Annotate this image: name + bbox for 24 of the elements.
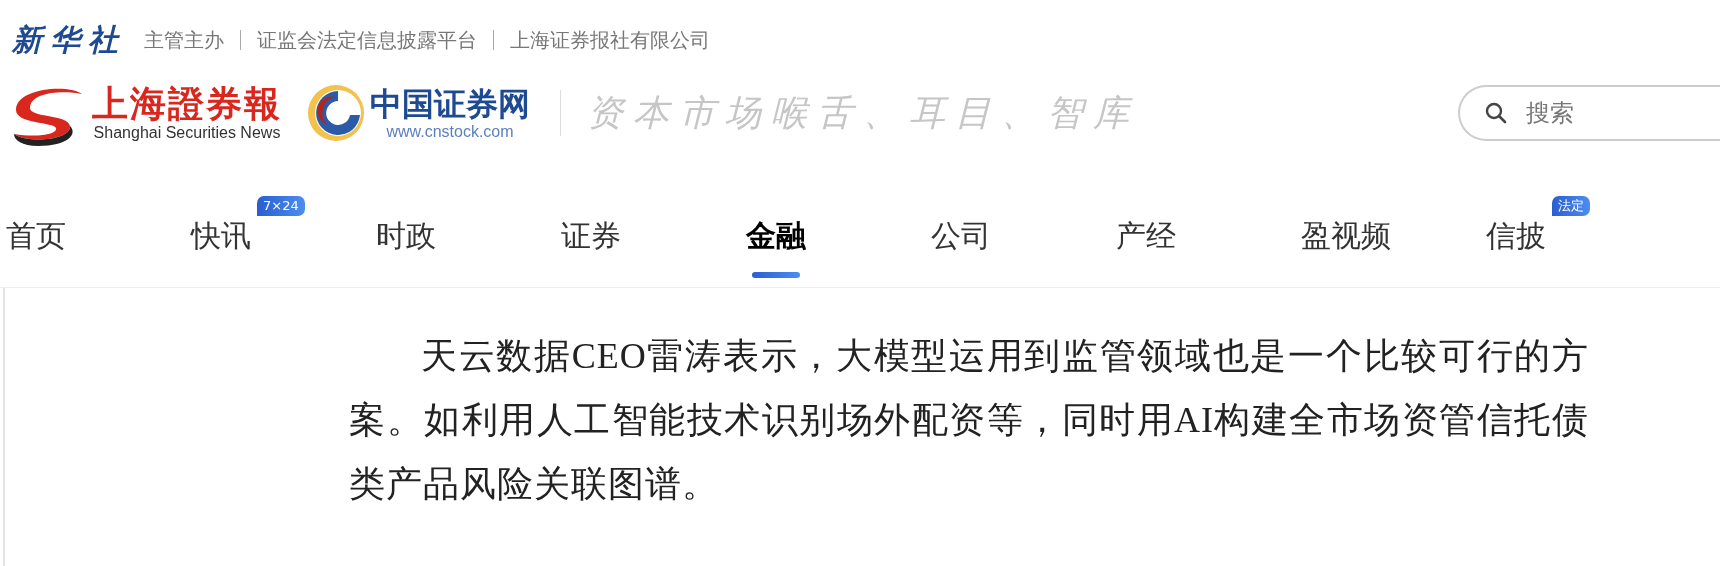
nav-tab[interactable]: 快讯 (191, 216, 251, 257)
logo-subtitle: www.cnstock.com (386, 123, 514, 141)
logo-title: 中国证券网 (370, 85, 530, 123)
top-link[interactable]: 上海证券报社有限公司 (510, 26, 710, 54)
nav-tab[interactable]: 公司 (931, 216, 991, 257)
top-link[interactable]: 证监会法定信息披露平台 (257, 26, 477, 54)
nav-tab[interactable]: 产经 (1116, 216, 1176, 257)
nav-tab[interactable]: 信披 (1486, 216, 1546, 257)
article-paragraph: 天云数据CEO雷涛表示，大模型运用到监管领域也是一个比较可行的方案。如利用人工智能技术识别场外配资等，同时用AI构建全市场资管信托债类产品风险关联图谱。 (349, 335, 1589, 506)
logo-subtitle: Shanghai Securities News (93, 124, 281, 142)
active-underline (752, 272, 800, 278)
slogan: 资本市场喉舌、耳目、智库 (587, 91, 1139, 135)
nav-tab[interactable]: 证券 (561, 216, 621, 257)
brand-logo[interactable]: 新华社 (12, 19, 126, 61)
nav-tab[interactable]: 盈视频 (1301, 216, 1391, 257)
top-link[interactable]: 主管主办 (144, 26, 224, 54)
badge: 7×24 (257, 196, 305, 216)
nav-tab[interactable]: 时政 (376, 216, 436, 257)
search-field[interactable]: 搜索 (1458, 85, 1720, 141)
nav-tab[interactable]: 首页 (6, 216, 66, 257)
logo-title: 上海證券報 (92, 84, 282, 124)
search-icon (1484, 101, 1508, 125)
nav-tab[interactable]: 金融 (746, 216, 806, 257)
badge: 法定 (1552, 196, 1590, 216)
